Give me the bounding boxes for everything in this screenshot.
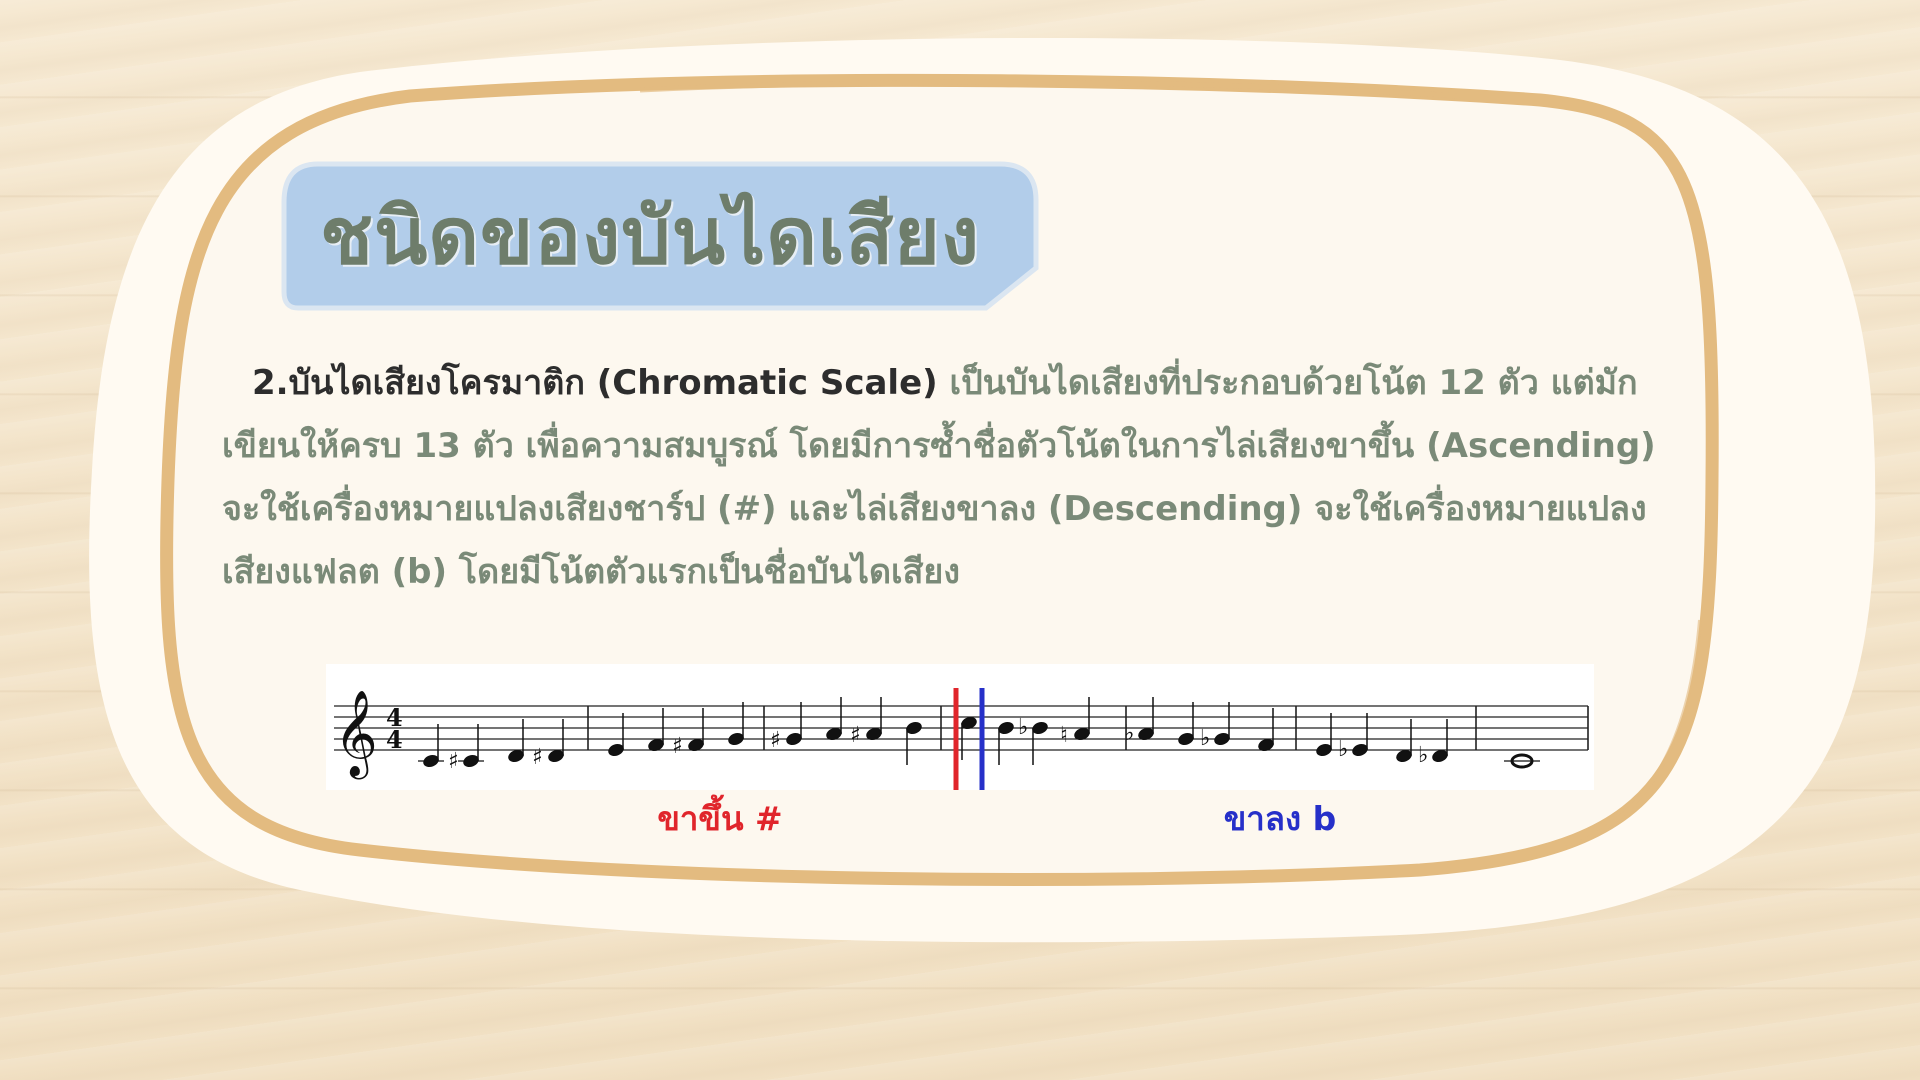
slide-canvas: ชนิดของบันไดเสียง 2.บันไดเสียงโครมาติก (…: [0, 0, 1920, 1080]
svg-text:♯: ♯: [532, 745, 543, 770]
svg-text:♭: ♭: [1200, 726, 1210, 751]
description-paragraph: 2.บันไดเสียงโครมาติก (Chromatic Scale) เ…: [222, 352, 1662, 604]
svg-text:♭: ♭: [1124, 721, 1134, 746]
svg-text:♭: ♭: [1338, 737, 1348, 762]
descending-label: ขาลง b: [1223, 799, 1337, 838]
svg-text:♮: ♮: [1060, 723, 1068, 748]
svg-text:♭: ♭: [1418, 743, 1428, 768]
chromatic-scale-score: 𝄞 4 4 ♯ ♯ ♯ ♯ ♯ ♭ ♮ ♭ ♭ ♭ ♭: [326, 664, 1594, 790]
svg-text:♯: ♯: [770, 728, 781, 753]
paragraph-lead: 2.บันไดเสียงโครมาติก (Chromatic Scale): [252, 363, 938, 403]
svg-text:♯: ♯: [672, 734, 683, 759]
treble-clef-icon: 𝄞: [334, 690, 378, 780]
svg-text:♯: ♯: [850, 723, 861, 748]
svg-text:4: 4: [386, 725, 403, 754]
ascending-label: ขาขึ้น #: [657, 799, 783, 838]
title-banner: ชนิดของบันไดเสียง: [280, 160, 1040, 312]
time-signature: 4 4: [386, 703, 403, 754]
page-title: ชนิดของบันไดเสียง: [320, 192, 980, 282]
svg-text:♭: ♭: [1018, 715, 1028, 740]
score-background: [326, 664, 1594, 790]
svg-text:♯: ♯: [448, 749, 459, 774]
